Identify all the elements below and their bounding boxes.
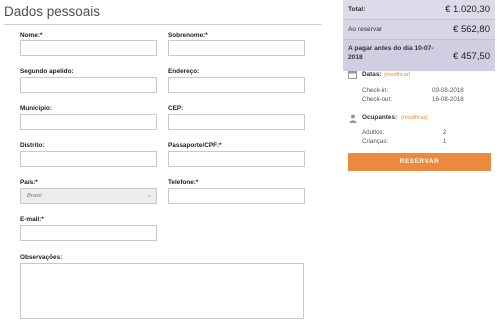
- email-input[interactable]: [20, 225, 157, 241]
- children-value: 1: [443, 138, 447, 145]
- checkin-label: Check-in:: [362, 87, 389, 94]
- dates-heading: Datas:: [362, 71, 382, 78]
- pais-select[interactable]: Brasil ⌄: [20, 188, 157, 204]
- municipio-input[interactable]: [20, 114, 157, 130]
- occupants-heading: Ocupantes:: [362, 114, 398, 121]
- email-label: E-mail:*: [20, 216, 44, 223]
- adults-label: Adultos:: [362, 129, 385, 136]
- reserve-value: € 562,80: [453, 24, 490, 35]
- chevron-down-icon: ⌄: [146, 193, 152, 199]
- telefone-input[interactable]: [168, 188, 305, 204]
- pais-selected-value: Brasil: [27, 193, 42, 199]
- title-divider: [4, 24, 322, 25]
- pay-before-label: A pagar antes do dia 10-07-2018: [348, 45, 434, 61]
- dates-modify-link[interactable]: (modificar): [384, 72, 410, 78]
- observacoes-label: Observações:: [20, 254, 63, 261]
- total-row: Total: € 1.020,30: [343, 0, 495, 20]
- segundo-apelido-input[interactable]: [20, 77, 157, 93]
- segundo-apelido-label: Segundo apelido:: [20, 68, 74, 75]
- pay-before-value: € 457,50: [453, 51, 490, 62]
- municipio-label: Município:: [20, 105, 52, 112]
- checkout-label: Check-out:: [362, 96, 392, 103]
- cep-label: CEP:: [168, 105, 184, 112]
- distrito-label: Distrito:: [20, 142, 45, 149]
- reserve-button[interactable]: RESERVAR: [348, 153, 491, 171]
- total-value: € 1.020,30: [445, 4, 490, 15]
- checkin-value: 09-08-2018: [432, 87, 464, 94]
- nome-label: Nome:*: [20, 32, 43, 39]
- booking-summary: Total: € 1.020,30 Ao reservar € 562,80 A…: [343, 0, 495, 71]
- calendar-icon: [348, 71, 357, 79]
- sobrenome-label: Sobrenome:*: [168, 32, 208, 39]
- total-label: Total:: [348, 6, 366, 13]
- person-icon: [349, 114, 357, 123]
- endereco-label: Endereço:: [168, 68, 200, 75]
- nome-input[interactable]: [20, 40, 157, 56]
- sobrenome-input[interactable]: [168, 40, 305, 56]
- telefone-label: Telefone:*: [168, 179, 199, 186]
- pais-label: País:*: [20, 179, 38, 186]
- page-title: Dados pessoais: [4, 4, 101, 19]
- passaporte-label: Passaporte/CPF:*: [168, 142, 222, 149]
- reserve-label: Ao reservar: [348, 26, 383, 33]
- checkout-value: 16-08-2018: [432, 96, 464, 103]
- passaporte-input[interactable]: [168, 151, 305, 167]
- reserve-row: Ao reservar € 562,80: [343, 20, 495, 40]
- adults-value: 2: [443, 129, 447, 136]
- cep-input[interactable]: [168, 114, 305, 130]
- pay-before-row: A pagar antes do dia 10-07-2018 € 457,50: [343, 40, 495, 71]
- endereco-input[interactable]: [168, 77, 305, 93]
- children-label: Crianças:: [362, 138, 389, 145]
- observacoes-textarea[interactable]: [20, 263, 304, 319]
- distrito-input[interactable]: [20, 151, 157, 167]
- occupants-modify-link[interactable]: (modificar): [401, 115, 427, 121]
